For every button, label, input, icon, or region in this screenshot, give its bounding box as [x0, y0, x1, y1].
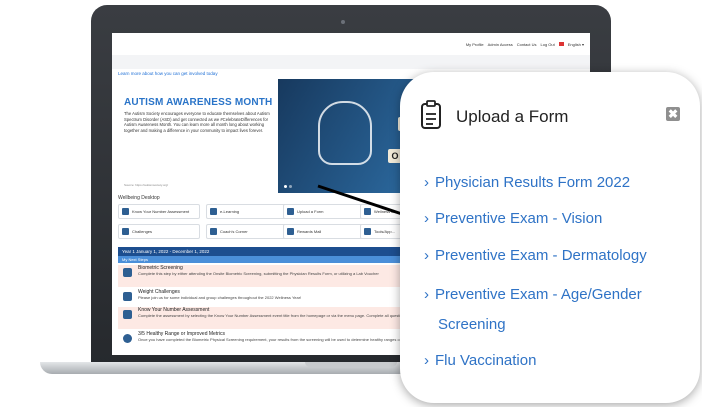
link-preventive-exam-age-gender[interactable]: › Preventive Exam - Age/Gender	[424, 286, 642, 303]
link-preventive-exam-dermatology[interactable]: › Preventive Exam - Dermatology	[424, 247, 647, 264]
link-label-continued[interactable]: Screening	[438, 316, 506, 333]
link-preventive-exam-vision[interactable]: › Preventive Exam - Vision	[424, 210, 602, 227]
chevron-right-icon: ›	[424, 210, 429, 227]
link-label: Physician Results Form 2022	[435, 174, 631, 191]
link-label: Preventive Exam - Age/Gender	[435, 286, 642, 303]
chevron-right-icon: ›	[424, 286, 429, 303]
clipboard-icon	[421, 100, 441, 129]
link-label: Preventive Exam - Dermatology	[435, 247, 647, 264]
link-label: Flu Vaccination	[435, 352, 537, 369]
link-flu-vaccination[interactable]: › Flu Vaccination	[424, 352, 536, 369]
chevron-right-icon: ›	[424, 352, 429, 369]
chevron-right-icon: ›	[424, 247, 429, 264]
chevron-right-icon: ›	[424, 174, 429, 191]
popup-title: Upload a Form	[456, 107, 569, 126]
link-label: Preventive Exam - Vision	[435, 210, 603, 227]
close-icon[interactable]: ✖	[666, 107, 680, 121]
link-physician-results-form[interactable]: › Physician Results Form 2022	[424, 174, 630, 191]
upload-form-popup: Upload a Form ✖ › Physician Results Form …	[400, 72, 700, 403]
